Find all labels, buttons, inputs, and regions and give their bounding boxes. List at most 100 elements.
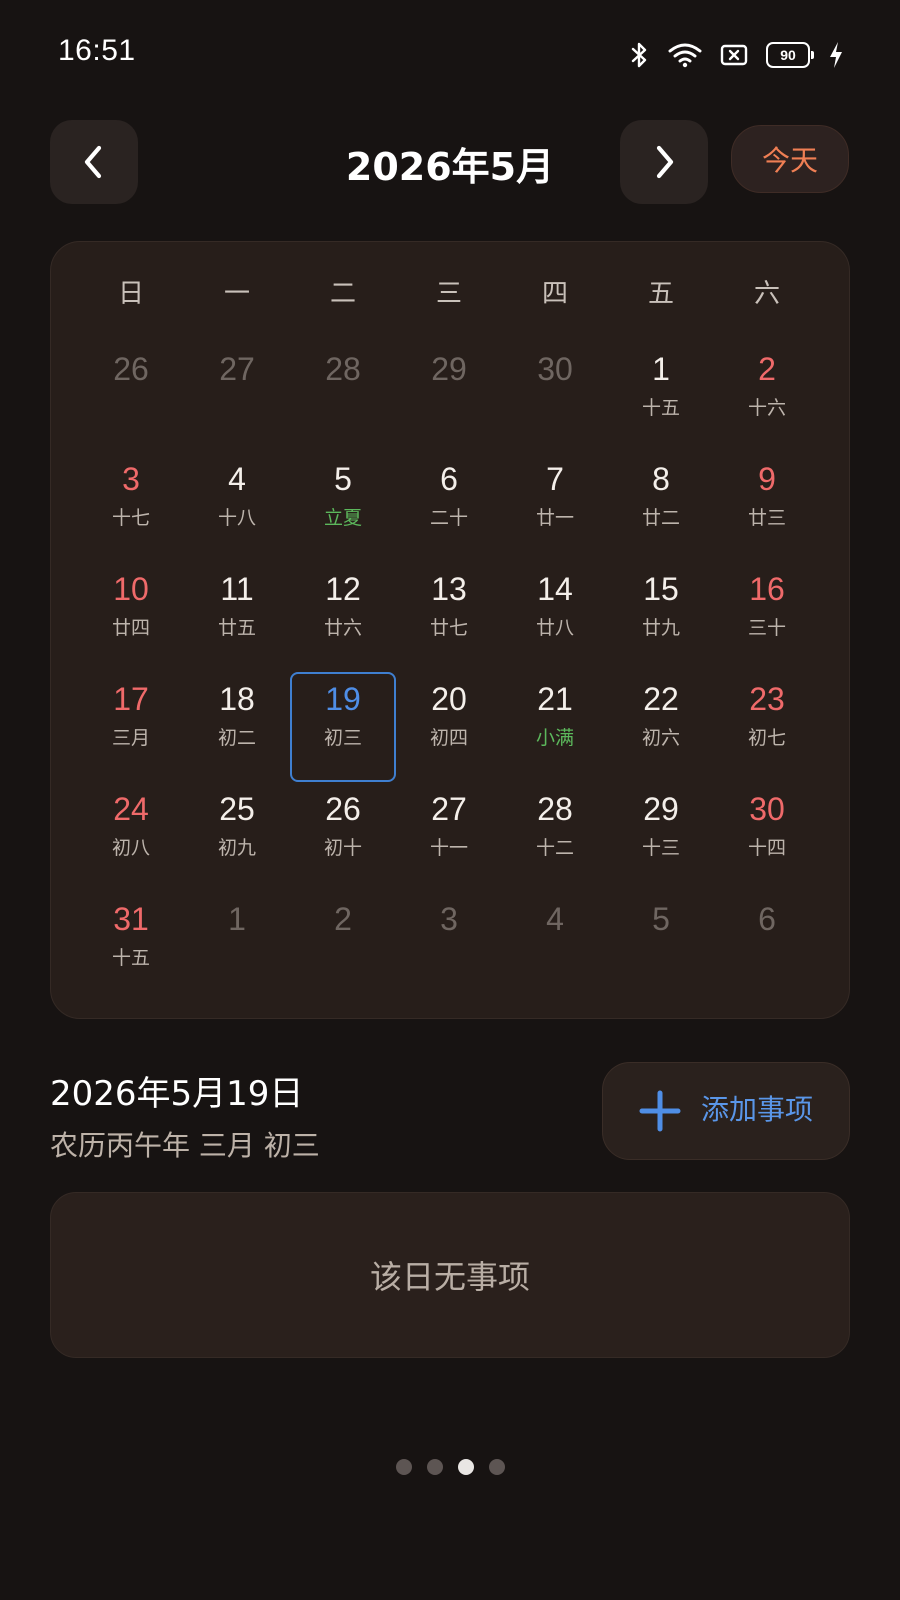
status-icons: 90 — [630, 38, 844, 72]
day-cell[interactable]: 15 廿九 — [608, 562, 714, 672]
day-cell[interactable]: 16 三十 — [714, 562, 820, 672]
charging-icon — [828, 41, 844, 69]
day-cell[interactable]: 14 廿八 — [502, 562, 608, 672]
lunar-day-label: 初四 — [429, 727, 468, 749]
lunar-day-label: 十一 — [429, 837, 468, 859]
day-cell[interactable]: 5 立夏 — [290, 452, 396, 562]
day-cell[interactable]: 2 十六 — [714, 342, 820, 452]
day-cell[interactable]: 22 初六 — [608, 672, 714, 782]
day-cell[interactable]: 25 初九 — [184, 782, 290, 892]
day-number: 1 — [652, 351, 670, 387]
selected-lunar-date: 农历丙午年 三月 初三 — [50, 1129, 320, 1162]
day-cell[interactable]: 3 — [396, 892, 502, 1002]
sim-icon — [720, 43, 748, 67]
day-cell[interactable]: 20 初四 — [396, 672, 502, 782]
lunar-day-label: 廿二 — [641, 507, 680, 529]
weekday-label: 二 — [329, 279, 356, 309]
battery-level: 90 — [780, 47, 796, 63]
page-dot-active[interactable] — [457, 1459, 474, 1475]
day-cell[interactable]: 11 廿五 — [184, 562, 290, 672]
day-cell[interactable]: 29 十三 — [608, 782, 714, 892]
day-number: 3 — [122, 461, 140, 497]
lunar-day-label: 廿一 — [535, 507, 574, 529]
add-event-button[interactable]: 添加事项 — [602, 1062, 850, 1160]
day-cell[interactable]: 26 初十 — [290, 782, 396, 892]
day-number: 17 — [113, 681, 149, 717]
lunar-day-label: 三十 — [747, 617, 786, 639]
day-cell[interactable]: 3 十七 — [78, 452, 184, 562]
calendar-grid-card: 日 一 二 三 四 五 六 26 27 28 29 30 1 十五 2 十六 3 十七 4 十八 5 立夏 6… — [50, 241, 850, 1019]
lunar-day-label: 初十 — [323, 837, 362, 859]
battery-icon: 90 — [766, 42, 814, 68]
day-number: 28 — [325, 351, 361, 387]
day-cell-selected[interactable]: 19 初三 — [290, 672, 396, 782]
add-event-label: 添加事项 — [701, 1093, 814, 1126]
day-cell[interactable]: 7 廿一 — [502, 452, 608, 562]
day-cell[interactable]: 28 十二 — [502, 782, 608, 892]
day-cell[interactable]: 9 廿三 — [714, 452, 820, 562]
day-cell[interactable]: 27 十一 — [396, 782, 502, 892]
day-number: 21 — [537, 681, 573, 717]
day-cell[interactable]: 28 — [290, 342, 396, 452]
day-number: 4 — [546, 901, 564, 937]
day-cell[interactable]: 29 — [396, 342, 502, 452]
day-number: 29 — [643, 791, 679, 827]
calendar-screen: 16:51 90 2026年5月 今天 日 一 二 三 四 五 六 26 27 … — [0, 0, 900, 1600]
day-cell[interactable]: 17 三月 — [78, 672, 184, 782]
day-cell[interactable]: 30 — [502, 342, 608, 452]
lunar-day-label: 十八 — [217, 507, 256, 529]
today-button[interactable]: 今天 — [731, 125, 849, 193]
day-number: 1 — [228, 901, 246, 937]
day-number: 15 — [643, 571, 679, 607]
day-cell[interactable]: 13 廿七 — [396, 562, 502, 672]
day-number: 18 — [219, 681, 255, 717]
day-cell[interactable]: 18 初二 — [184, 672, 290, 782]
day-cell[interactable]: 6 二十 — [396, 452, 502, 562]
weekday-label: 四 — [541, 279, 568, 309]
day-number: 30 — [537, 351, 573, 387]
lunar-day-label: 廿三 — [747, 507, 786, 529]
day-cell[interactable]: 2 — [290, 892, 396, 1002]
day-number: 5 — [334, 461, 352, 497]
day-cell[interactable]: 12 廿六 — [290, 562, 396, 672]
day-cell[interactable]: 26 — [78, 342, 184, 452]
day-cell[interactable]: 1 — [184, 892, 290, 1002]
lunar-day-label: 初六 — [641, 727, 680, 749]
day-cell[interactable]: 10 廿四 — [78, 562, 184, 672]
lunar-day-label: 十五 — [111, 947, 150, 969]
lunar-day-label: 二十 — [429, 507, 468, 529]
day-number: 5 — [652, 901, 670, 937]
day-cell[interactable]: 8 廿二 — [608, 452, 714, 562]
day-number: 26 — [325, 791, 361, 827]
lunar-day-label: 廿五 — [217, 617, 256, 639]
day-cell[interactable]: 24 初八 — [78, 782, 184, 892]
day-cell[interactable]: 21 小满 — [502, 672, 608, 782]
prev-month-button[interactable] — [50, 120, 138, 204]
next-month-button[interactable] — [620, 120, 708, 204]
page-dot[interactable] — [395, 1459, 412, 1475]
lunar-day-label: 廿六 — [323, 617, 362, 639]
day-cell[interactable]: 31 十五 — [78, 892, 184, 1002]
day-number: 2 — [334, 901, 352, 937]
day-number: 20 — [431, 681, 467, 717]
day-cell[interactable]: 4 十八 — [184, 452, 290, 562]
day-cell[interactable]: 23 初七 — [714, 672, 820, 782]
lunar-day-label: 初九 — [217, 837, 256, 859]
day-number: 22 — [643, 681, 679, 717]
page-dot[interactable] — [488, 1459, 505, 1475]
lunar-day-label: 初三 — [323, 727, 362, 749]
page-dot[interactable] — [426, 1459, 443, 1475]
weekday-label: 一 — [223, 279, 250, 309]
day-number: 8 — [652, 461, 670, 497]
day-number: 3 — [440, 901, 458, 937]
day-number: 6 — [758, 901, 776, 937]
day-cell[interactable]: 27 — [184, 342, 290, 452]
day-cell[interactable]: 4 — [502, 892, 608, 1002]
lunar-day-label: 初八 — [111, 837, 150, 859]
weekday-label: 五 — [647, 279, 674, 309]
day-number: 14 — [537, 571, 573, 607]
day-cell[interactable]: 30 十四 — [714, 782, 820, 892]
day-cell[interactable]: 5 — [608, 892, 714, 1002]
day-cell[interactable]: 1 十五 — [608, 342, 714, 452]
day-cell[interactable]: 6 — [714, 892, 820, 1002]
